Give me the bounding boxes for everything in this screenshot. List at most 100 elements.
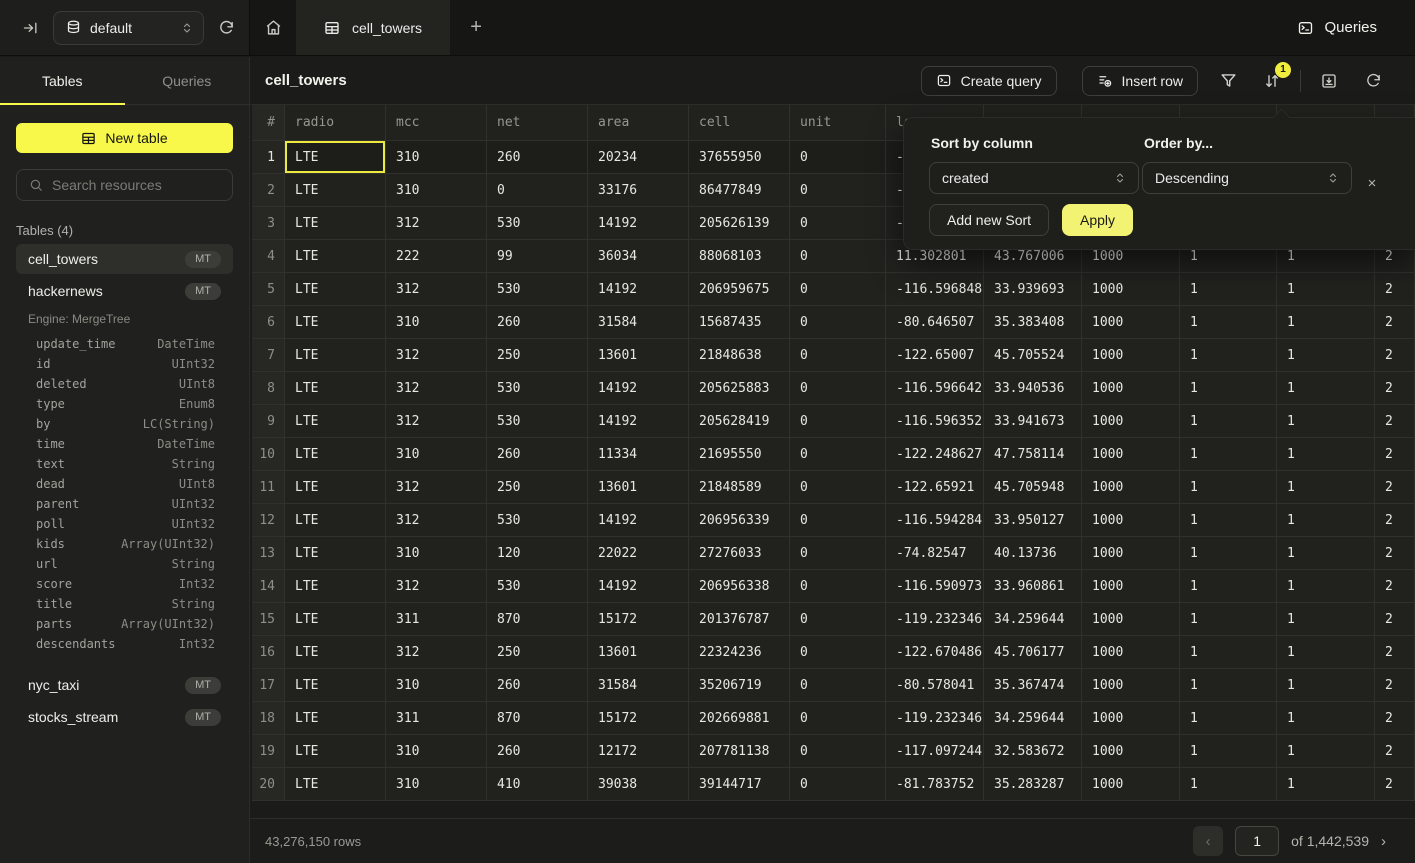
new-tab-button[interactable]: + <box>450 0 502 55</box>
data-cell[interactable]: 2 <box>1375 405 1415 438</box>
data-cell[interactable]: 0 <box>790 735 886 768</box>
data-cell[interactable]: 310 <box>386 669 487 702</box>
data-cell[interactable]: 2 <box>1375 438 1415 471</box>
data-cell[interactable]: 207781138 <box>689 735 790 768</box>
data-cell[interactable]: -119.232346 <box>886 702 984 735</box>
data-cell[interactable]: -81.783752 <box>886 768 984 801</box>
data-cell[interactable]: 33.939693 <box>984 273 1082 306</box>
data-cell[interactable]: LTE <box>285 438 386 471</box>
data-cell[interactable]: 312 <box>386 636 487 669</box>
row-number-cell[interactable]: 13 <box>252 537 285 570</box>
data-cell[interactable]: 312 <box>386 339 487 372</box>
data-cell[interactable]: 0 <box>790 273 886 306</box>
data-cell[interactable]: 1 <box>1277 438 1375 471</box>
data-cell[interactable]: 1000 <box>1082 669 1180 702</box>
data-cell[interactable]: 530 <box>487 207 588 240</box>
data-cell[interactable]: 1 <box>1277 603 1375 636</box>
data-cell[interactable]: 35.383408 <box>984 306 1082 339</box>
data-cell[interactable]: 31584 <box>588 669 689 702</box>
data-cell[interactable]: 37655950 <box>689 141 790 174</box>
data-cell[interactable]: -80.578041 <box>886 669 984 702</box>
row-number-cell[interactable]: 8 <box>252 372 285 405</box>
data-cell[interactable]: 260 <box>487 306 588 339</box>
sidebar-tab-tables[interactable]: Tables <box>0 57 125 104</box>
data-cell[interactable]: 14192 <box>588 273 689 306</box>
row-number-cell[interactable]: 15 <box>252 603 285 636</box>
next-page-icon[interactable]: › <box>1381 833 1386 850</box>
data-cell[interactable]: LTE <box>285 504 386 537</box>
data-cell[interactable]: 1000 <box>1082 372 1180 405</box>
data-cell[interactable]: 1 <box>1180 669 1277 702</box>
data-cell[interactable]: -116.596642 <box>886 372 984 405</box>
data-cell[interactable]: 1 <box>1277 504 1375 537</box>
download-icon[interactable] <box>1317 69 1341 93</box>
data-cell[interactable]: -122.248627 <box>886 438 984 471</box>
search-resources-box[interactable] <box>16 169 233 201</box>
data-cell[interactable]: 222 <box>386 240 487 273</box>
create-query-button[interactable]: Create query <box>921 66 1057 96</box>
data-cell[interactable]: 1 <box>1180 339 1277 372</box>
row-number-cell[interactable]: 14 <box>252 570 285 603</box>
sidebar-table-nyc_taxi[interactable]: nyc_taxiMT <box>16 670 233 700</box>
data-cell[interactable]: 1000 <box>1082 537 1180 570</box>
data-cell[interactable]: 2 <box>1375 735 1415 768</box>
data-cell[interactable]: LTE <box>285 603 386 636</box>
row-number-cell[interactable]: 2 <box>252 174 285 207</box>
data-cell[interactable]: 205626139 <box>689 207 790 240</box>
collapse-sidebar-icon[interactable] <box>22 20 39 36</box>
data-cell[interactable]: 1000 <box>1082 570 1180 603</box>
data-cell[interactable]: 120 <box>487 537 588 570</box>
data-cell[interactable]: 530 <box>487 372 588 405</box>
data-cell[interactable]: 205625883 <box>689 372 790 405</box>
page-input[interactable] <box>1235 826 1279 856</box>
data-cell[interactable]: 310 <box>386 141 487 174</box>
data-cell[interactable]: 0 <box>790 504 886 537</box>
data-cell[interactable]: 1000 <box>1082 603 1180 636</box>
data-cell[interactable]: 0 <box>790 570 886 603</box>
data-cell[interactable]: 312 <box>386 273 487 306</box>
data-cell[interactable]: 312 <box>386 372 487 405</box>
data-cell[interactable]: 0 <box>790 240 886 273</box>
data-cell[interactable]: 1000 <box>1082 702 1180 735</box>
data-cell[interactable]: 310 <box>386 306 487 339</box>
data-cell[interactable]: LTE <box>285 207 386 240</box>
data-cell[interactable]: 2 <box>1375 339 1415 372</box>
column-header[interactable]: net <box>487 105 588 141</box>
data-cell[interactable]: -122.65007 <box>886 339 984 372</box>
data-cell[interactable]: LTE <box>285 306 386 339</box>
data-cell[interactable]: 1 <box>1277 735 1375 768</box>
data-cell[interactable]: 312 <box>386 405 487 438</box>
data-cell[interactable]: 0 <box>790 438 886 471</box>
data-cell[interactable]: 0 <box>790 603 886 636</box>
data-cell[interactable]: 530 <box>487 405 588 438</box>
data-cell[interactable]: 201376787 <box>689 603 790 636</box>
data-cell[interactable]: 14192 <box>588 504 689 537</box>
data-cell[interactable]: 1 <box>1277 273 1375 306</box>
row-number-cell[interactable]: 1 <box>252 141 285 174</box>
data-cell[interactable]: 530 <box>487 570 588 603</box>
data-cell[interactable]: 45.706177 <box>984 636 1082 669</box>
data-cell[interactable]: 260 <box>487 438 588 471</box>
data-cell[interactable]: 0 <box>790 768 886 801</box>
data-cell[interactable]: LTE <box>285 240 386 273</box>
data-cell[interactable]: -116.590973 <box>886 570 984 603</box>
data-cell[interactable]: 88068103 <box>689 240 790 273</box>
data-cell[interactable]: 1 <box>1180 405 1277 438</box>
sidebar-table-hackernews[interactable]: hackernewsMT <box>16 276 233 306</box>
filter-icon[interactable] <box>1216 69 1240 93</box>
data-cell[interactable]: 310 <box>386 438 487 471</box>
row-number-cell[interactable]: 11 <box>252 471 285 504</box>
data-cell[interactable]: -122.65921 <box>886 471 984 504</box>
queries-button[interactable]: Queries <box>1297 19 1377 36</box>
data-cell[interactable]: 1000 <box>1082 504 1180 537</box>
data-cell[interactable]: 0 <box>790 537 886 570</box>
data-cell[interactable]: 410 <box>487 768 588 801</box>
row-number-cell[interactable]: 4 <box>252 240 285 273</box>
data-cell[interactable]: -116.596352 <box>886 405 984 438</box>
data-cell[interactable]: 35.367474 <box>984 669 1082 702</box>
data-cell[interactable]: 260 <box>487 669 588 702</box>
data-cell[interactable]: 32.583672 <box>984 735 1082 768</box>
data-cell[interactable]: 14192 <box>588 570 689 603</box>
data-cell[interactable]: 13601 <box>588 471 689 504</box>
data-cell[interactable]: 1000 <box>1082 636 1180 669</box>
